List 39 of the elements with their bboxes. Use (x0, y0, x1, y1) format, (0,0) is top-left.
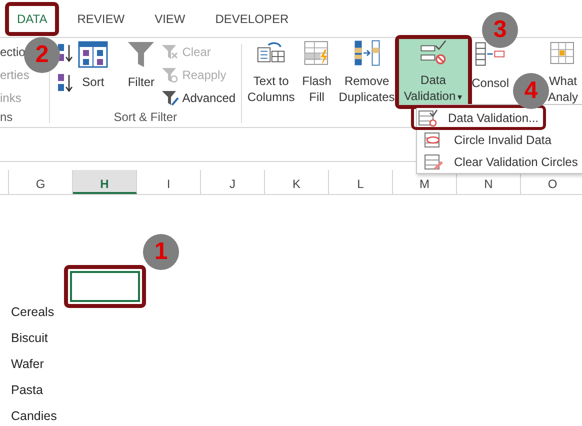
step-number-badge: 3 (482, 12, 518, 48)
column-header[interactable]: I (137, 170, 201, 194)
ribbon-tab[interactable]: DATA (9, 6, 56, 32)
sort-icon (78, 40, 108, 68)
flash-fill-button[interactable]: Flash Fill (298, 39, 335, 105)
clear-circles-icon (424, 152, 444, 170)
step-number-badge: 1 (143, 234, 179, 270)
data-validation-button[interactable]: Data Validation ▾ (398, 39, 468, 105)
ribbon-tab[interactable]: DEVELOPER (207, 6, 297, 32)
ribbon-command[interactable]: ectio (0, 41, 26, 64)
ribbon-tab[interactable]: VIEW (146, 6, 194, 32)
cell-text: Candies (11, 409, 57, 423)
menu-item[interactable]: Circle Invalid Data (420, 130, 556, 149)
column-header[interactable]: K (265, 170, 329, 194)
cell-text: Wafer (11, 357, 44, 371)
ribbon-tab[interactable]: REVIEW (69, 6, 133, 32)
funnel-icon (161, 90, 180, 106)
step-number-badge: 4 (513, 73, 549, 109)
step-number-badge: 2 (24, 37, 60, 73)
cell-text: Biscuit (11, 331, 48, 345)
funnel-icon (126, 40, 156, 68)
cell-text: Pasta (11, 383, 43, 397)
funnel-icon (161, 66, 180, 82)
remove-duplicates-button[interactable]: Remove Duplicates (336, 39, 397, 105)
group-label: ns (0, 110, 13, 126)
menu-item[interactable]: Data Validation... (414, 108, 542, 127)
group-label: Sort & Filter (112, 110, 178, 126)
cell-text: Cereals (11, 305, 54, 319)
text-to-columns-button[interactable]: Text to Columns (245, 39, 297, 105)
column-header[interactable]: J (201, 170, 265, 194)
selected-cell[interactable] (70, 271, 140, 302)
sort-descending-icon[interactable] (57, 72, 74, 94)
column-header[interactable]: H (73, 170, 137, 194)
funnel-icon (161, 44, 180, 60)
column-header[interactable]: L (329, 170, 393, 194)
sort-button[interactable]: Sort (75, 38, 112, 90)
menu-item[interactable]: Clear Validation Circles (420, 152, 582, 171)
filter-button[interactable]: Filter (123, 38, 160, 90)
advanced-button[interactable]: Advanced (159, 86, 238, 109)
